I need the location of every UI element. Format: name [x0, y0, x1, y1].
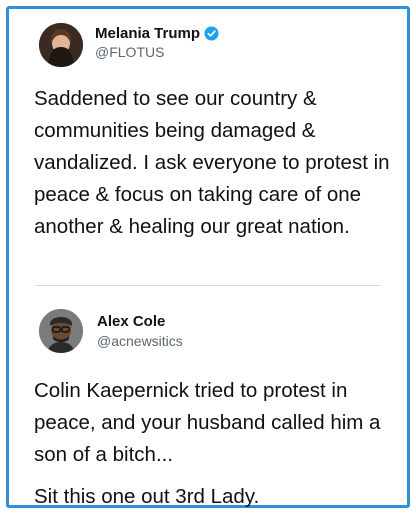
user-handle[interactable]: @acnewsitics — [97, 333, 183, 349]
avatar-photo-icon — [39, 23, 83, 67]
tweet-text: Colin Kaepernick tried to protest in pea… — [34, 375, 394, 513]
screenshot-frame: Melania Trump @FLOTUS Saddened to see ou… — [6, 6, 410, 508]
tweet-alex-cole[interactable]: Alex Cole @acnewsitics Colin Kaepernick … — [9, 291, 407, 508]
divider — [35, 285, 381, 286]
verified-badge-icon — [204, 26, 219, 41]
tweet-melania[interactable]: Melania Trump @FLOTUS Saddened to see ou… — [9, 9, 407, 283]
display-name-text: Alex Cole — [97, 313, 166, 330]
display-name[interactable]: Melania Trump — [95, 25, 219, 42]
display-name-text: Melania Trump — [95, 25, 201, 42]
tweet-paragraph: Saddened to see our country & communitie… — [34, 87, 390, 238]
display-name[interactable]: Alex Cole — [97, 313, 165, 330]
avatar-photo-icon — [39, 309, 83, 353]
user-handle[interactable]: @FLOTUS — [95, 44, 164, 60]
tweet-text: Saddened to see our country & communitie… — [34, 83, 394, 243]
avatar[interactable] — [39, 309, 83, 353]
tweet-paragraph: Sit this one out 3rd Lady. — [34, 485, 260, 508]
tweet-paragraph: Colin Kaepernick tried to protest in pea… — [34, 379, 381, 466]
avatar[interactable] — [39, 23, 83, 67]
